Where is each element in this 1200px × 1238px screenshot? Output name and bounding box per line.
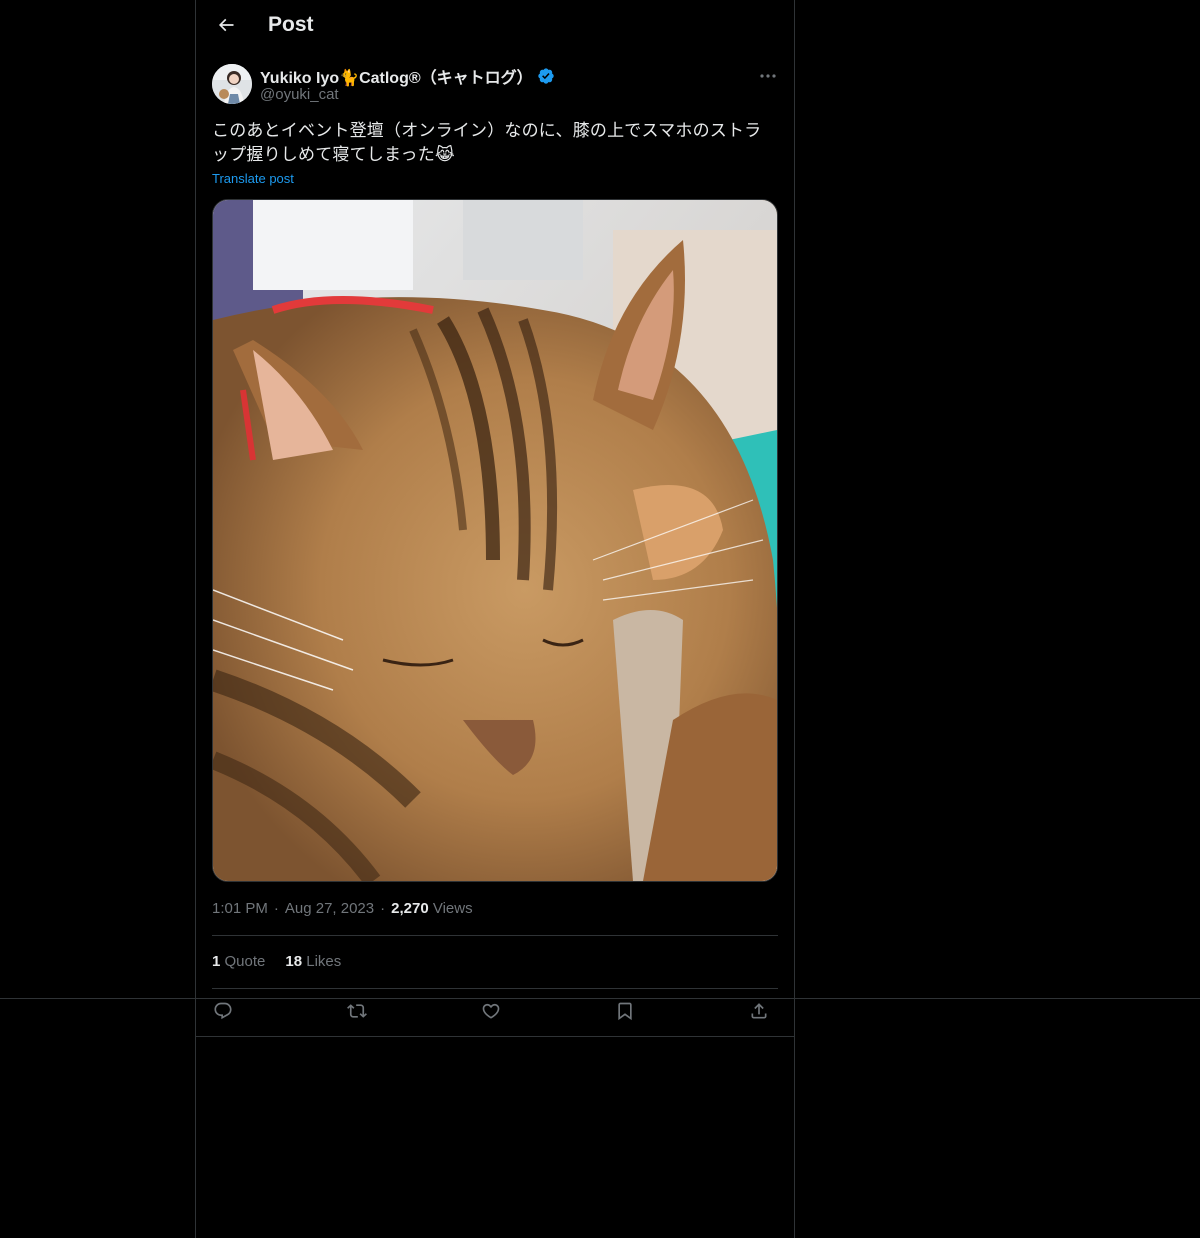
sleeping-cat-photo bbox=[213, 200, 777, 881]
post-meta: 1:01 PM · Aug 27, 2023 · 2,270 Views bbox=[212, 900, 473, 917]
translate-post-link[interactable]: Translate post bbox=[212, 171, 294, 186]
post-text: このあとイベント登壇（オンライン）なのに、膝の上でスマホのストラップ握りしめて寝… bbox=[212, 121, 762, 164]
page-title: Post bbox=[268, 13, 314, 36]
divider bbox=[212, 935, 778, 936]
meta-separator: · bbox=[273, 900, 279, 917]
like-button[interactable] bbox=[476, 1000, 506, 1026]
post-detail-column: Post Yukiko Iyo🐈Catlog®（キャトログ） @oyuki_ca… bbox=[195, 0, 795, 1238]
likes-stat[interactable]: 18 Likes bbox=[285, 953, 341, 970]
views-count: 2,270 bbox=[391, 900, 429, 917]
repost-button[interactable] bbox=[342, 1000, 372, 1026]
author-name-row: Yukiko Iyo🐈Catlog®（キャトログ） bbox=[260, 64, 555, 88]
reply-icon bbox=[213, 1001, 233, 1026]
post-time[interactable]: 1:01 PM bbox=[212, 900, 268, 917]
share-button[interactable] bbox=[744, 1000, 774, 1026]
divider bbox=[212, 988, 778, 989]
post-actions-bar bbox=[212, 1000, 778, 1026]
bookmark-button[interactable] bbox=[610, 1000, 640, 1026]
likes-label: Likes bbox=[306, 953, 342, 970]
views-label: Views bbox=[432, 900, 473, 917]
post-date[interactable]: Aug 27, 2023 bbox=[285, 900, 374, 917]
share-icon bbox=[749, 1001, 769, 1026]
bookmark-icon bbox=[615, 1001, 635, 1026]
reply-button[interactable] bbox=[208, 1000, 238, 1026]
author-display-name[interactable]: Yukiko Iyo🐈Catlog®（キャトログ） bbox=[260, 64, 533, 88]
quotes-label: Quote bbox=[224, 953, 266, 970]
post-stats: 1 Quote 18 Likes bbox=[212, 953, 341, 970]
quotes-count: 1 bbox=[212, 953, 221, 970]
more-horizontal-icon bbox=[760, 66, 776, 84]
repost-icon bbox=[347, 1001, 367, 1026]
likes-count: 18 bbox=[285, 953, 303, 970]
avatar[interactable] bbox=[212, 64, 252, 104]
back-button[interactable] bbox=[208, 9, 244, 45]
page-header: Post bbox=[196, 0, 794, 54]
quotes-stat[interactable]: 1 Quote bbox=[212, 953, 265, 970]
actions-bottom-border bbox=[196, 1036, 794, 1037]
post-media-image[interactable] bbox=[212, 199, 778, 882]
meta-separator: · bbox=[380, 900, 386, 917]
verified-badge-icon bbox=[537, 67, 555, 85]
author-handle[interactable]: @oyuki_cat bbox=[260, 86, 339, 103]
arrow-left-icon bbox=[216, 15, 236, 40]
heart-icon bbox=[481, 1001, 501, 1026]
more-options-button[interactable] bbox=[754, 64, 782, 86]
